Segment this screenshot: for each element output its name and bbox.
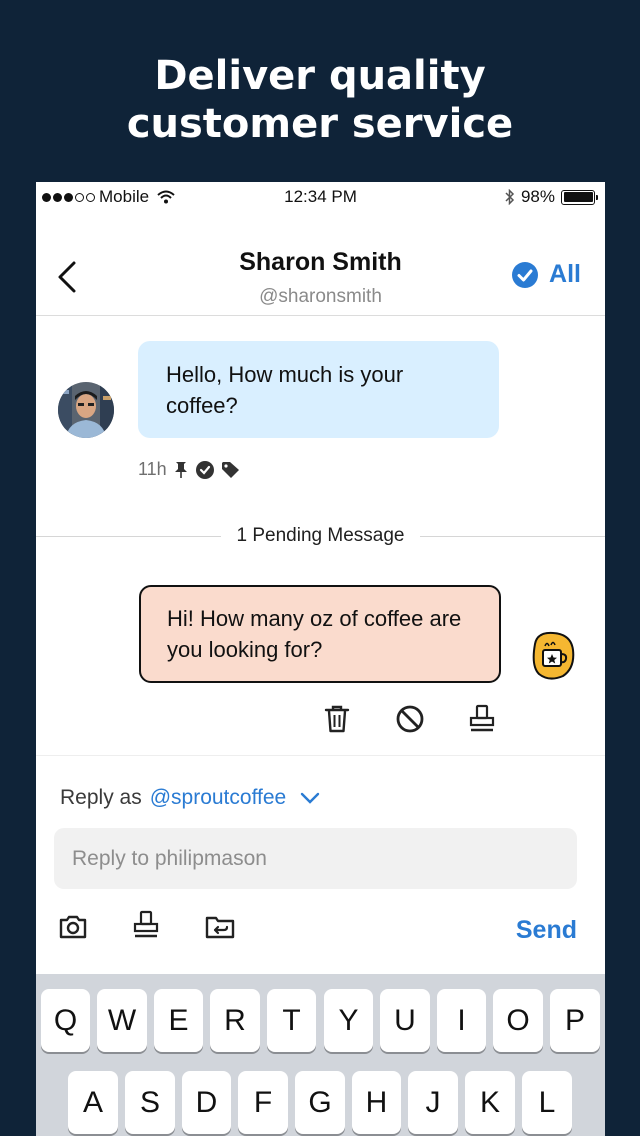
reply-as-label: Reply as [60, 786, 142, 809]
pending-actions [36, 704, 605, 744]
battery-percent: 98% [520, 187, 555, 206]
key-r[interactable]: R [210, 989, 260, 1052]
chevron-down-icon [301, 792, 320, 804]
key-j[interactable]: J [408, 1071, 458, 1134]
phone-screen: Mobile 12:34 PM 98% Sharon Smith @sharon… [36, 182, 605, 1136]
stamp-button[interactable] [133, 910, 159, 945]
reply-composer: Reply as @sproutcoffee Send [36, 755, 605, 975]
reply-as-selector[interactable]: Reply as @sproutcoffee [60, 786, 320, 810]
key-q[interactable]: Q [41, 989, 90, 1052]
battery-icon [561, 189, 598, 205]
sender-avatar[interactable] [58, 382, 114, 438]
pending-reply-bubble[interactable]: Hi! How many oz of coffee are you lookin… [139, 585, 501, 683]
all-filter-label: All [549, 260, 581, 288]
key-l[interactable]: L [522, 1071, 572, 1134]
message-meta: 11h [138, 459, 241, 480]
key-i[interactable]: I [437, 989, 486, 1052]
reply-as-handle: @sproutcoffee [149, 786, 287, 809]
key-g[interactable]: G [295, 1071, 345, 1134]
headline-line-1: Deliver quality [154, 53, 486, 99]
folder-share-icon [205, 916, 235, 939]
key-e[interactable]: E [154, 989, 203, 1052]
asset-library-button[interactable] [204, 914, 236, 945]
block-icon [396, 705, 424, 733]
contact-handle: @sharonsmith [259, 286, 382, 307]
message-time: 11h [138, 459, 167, 479]
key-p[interactable]: P [550, 989, 600, 1052]
incoming-message-text: Hello, How much is your coffee? [166, 362, 404, 418]
status-bar: Mobile 12:34 PM 98% [36, 182, 605, 212]
key-d[interactable]: D [182, 1071, 231, 1134]
key-a[interactable]: A [68, 1071, 118, 1134]
headline-line-2: customer service [126, 101, 514, 147]
headline: Deliver quality customer service [0, 52, 640, 148]
complete-check-icon[interactable] [195, 460, 215, 480]
key-u[interactable]: U [380, 989, 430, 1052]
brand-avatar [529, 630, 577, 687]
approve-draft-button[interactable] [469, 704, 495, 739]
conversation-header: Sharon Smith @sharonsmith All [36, 212, 605, 316]
stamp-icon [469, 704, 495, 732]
reject-draft-button[interactable] [395, 704, 425, 739]
status-right: 98% [505, 187, 598, 207]
pending-reply-text: Hi! How many oz of coffee are you lookin… [167, 606, 462, 662]
incoming-message-bubble[interactable]: Hello, How much is your coffee? [138, 341, 499, 438]
stamp-icon [133, 910, 159, 938]
keyboard: Q W E R T Y U I O P A S D F G H J K L [36, 974, 605, 1136]
all-filter-button[interactable]: All [511, 260, 581, 289]
key-k[interactable]: K [465, 1071, 515, 1134]
key-s[interactable]: S [125, 1071, 175, 1134]
bluetooth-icon [505, 189, 515, 205]
key-w[interactable]: W [97, 989, 147, 1052]
key-t[interactable]: T [267, 989, 316, 1052]
key-h[interactable]: H [352, 1071, 401, 1134]
delete-draft-button[interactable] [324, 704, 350, 739]
check-circle-icon [512, 261, 539, 288]
send-button[interactable]: Send [516, 916, 577, 945]
pending-label: 1 Pending Message [220, 525, 421, 546]
camera-icon [59, 915, 87, 939]
trash-icon [324, 705, 350, 733]
pending-divider: 1 Pending Message [36, 525, 605, 549]
key-y[interactable]: Y [324, 989, 373, 1052]
camera-button[interactable] [58, 914, 88, 945]
tag-icon[interactable] [221, 461, 241, 479]
pin-icon[interactable] [173, 461, 189, 479]
key-f[interactable]: F [238, 1071, 288, 1134]
reply-input[interactable] [54, 828, 577, 889]
key-o[interactable]: O [493, 989, 543, 1052]
